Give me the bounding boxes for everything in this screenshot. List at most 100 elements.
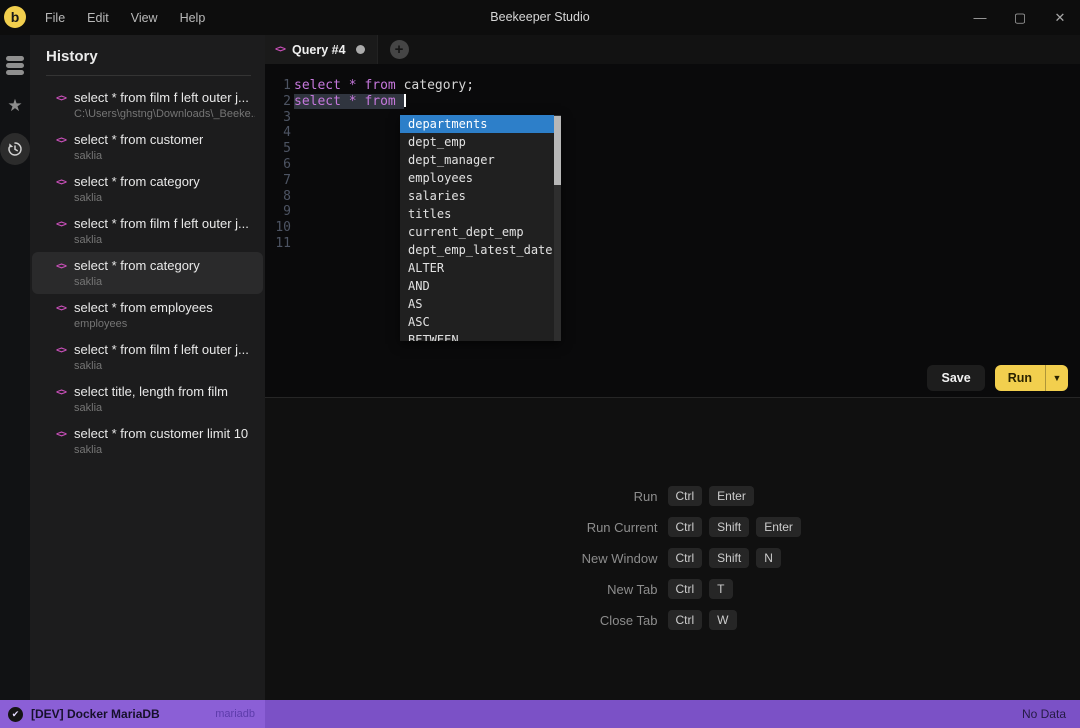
autocomplete-item[interactable]: ASC: [400, 313, 561, 331]
keycap: Ctrl: [668, 548, 703, 568]
history-item[interactable]: <> select * from film f left outer j... C:…: [32, 84, 263, 126]
autocomplete-item[interactable]: departments: [400, 115, 561, 133]
autocomplete-item[interactable]: dept_manager: [400, 151, 561, 169]
code-icon: <>: [56, 303, 66, 314]
history-query-text: select * from employees: [74, 300, 213, 315]
shortcut-keys: Ctrl W: [668, 610, 737, 630]
history-item-subtitle: C:\Users\ghstng\Downloads\_Beeke...: [74, 108, 255, 120]
history-query-text: select * from customer limit 10: [74, 426, 248, 441]
shortcut-row: Close Tab Ctrl W: [508, 610, 838, 630]
menu-help[interactable]: Help: [169, 11, 217, 25]
code-icon: <>: [275, 44, 285, 55]
code-icon: <>: [56, 93, 66, 104]
shortcut-keys: CtrlShiftN: [668, 548, 781, 568]
unsaved-dot-icon[interactable]: [356, 45, 365, 54]
shortcut-keys: CtrlEnter: [668, 486, 754, 506]
scrollbar-thumb[interactable]: [554, 116, 561, 185]
menu-file[interactable]: File: [34, 11, 76, 25]
autocomplete-scrollbar[interactable]: [554, 115, 561, 341]
autocomplete-item[interactable]: dept_emp_latest_date: [400, 241, 561, 259]
keycap: W: [709, 610, 736, 630]
history-item-subtitle: saklia: [74, 402, 228, 414]
editor-toolbar: Save Run ▼: [265, 359, 1080, 397]
app-logo-icon[interactable]: b: [4, 6, 26, 28]
code-token: [341, 78, 349, 93]
database-name[interactable]: mariadb: [215, 708, 255, 720]
history-item[interactable]: <>select title, length from filmsaklia: [32, 378, 263, 420]
autocomplete-item[interactable]: dept_emp: [400, 133, 561, 151]
run-button[interactable]: Run: [995, 365, 1045, 391]
tab-bar: <> Query #4 +: [265, 35, 1080, 64]
line-number: 7: [265, 173, 291, 189]
code-icon: <>: [56, 261, 66, 272]
history-item-subtitle: saklia: [74, 192, 200, 204]
sidebar-item-history[interactable]: [0, 129, 30, 169]
sidebar-item-tables[interactable]: [0, 45, 30, 85]
code-icon: <>: [56, 429, 66, 440]
code-line: select * from category;: [294, 78, 1080, 94]
connected-check-icon: ✔: [8, 707, 23, 722]
autocomplete-item[interactable]: current_dept_emp: [400, 223, 561, 241]
shortcut-row: New TabCtrlT: [508, 579, 838, 599]
autocomplete-item[interactable]: AS: [400, 295, 561, 313]
history-item[interactable]: <>select * from customersaklia: [32, 126, 263, 168]
code-token: from: [364, 94, 395, 109]
autocomplete-item[interactable]: employees: [400, 169, 561, 187]
sidebar-item-favorites[interactable]: ★: [0, 85, 30, 125]
code-line: select * from: [294, 94, 1080, 110]
history-item[interactable]: <>select * from categorysaklia: [32, 252, 263, 294]
history-item-texts: select * from customer saklia: [74, 132, 203, 162]
shortcut-label: Close Tab: [508, 613, 658, 628]
code-token: select: [294, 78, 341, 93]
code-token: *: [349, 94, 357, 109]
history-item-subtitle: saklia: [74, 150, 203, 162]
shortcut-label: Run Current: [508, 520, 658, 535]
keycap: Ctrl: [668, 610, 703, 630]
history-item[interactable]: <>select * from film f left outer j...sa…: [32, 336, 263, 378]
history-item[interactable]: <>select * from categorysaklia: [32, 168, 263, 210]
history-item-texts: select * from customer limit 10saklia: [74, 426, 248, 456]
code-token: category;: [396, 78, 474, 93]
close-button[interactable]: ✕: [1040, 0, 1080, 35]
run-options-caret[interactable]: ▼: [1045, 365, 1068, 391]
history-item[interactable]: <>select * from film f left outer j...sa…: [32, 210, 263, 252]
keycap: T: [709, 579, 732, 599]
keycap: Enter: [709, 486, 754, 506]
history-item-texts: select * from employeesemployees: [74, 300, 213, 330]
history-item[interactable]: <> select * from employeesemployees: [32, 294, 263, 336]
code-token: [341, 94, 349, 109]
history-item[interactable]: <> select * from customer limit 10saklia: [32, 420, 263, 462]
code-token: from: [364, 78, 395, 93]
autocomplete-item[interactable]: BETWEEN: [400, 331, 561, 341]
keycap: Enter: [756, 517, 801, 537]
line-number: 10: [265, 220, 291, 236]
maximize-button[interactable]: ▢: [1000, 0, 1040, 35]
line-number: 3: [265, 110, 291, 126]
autocomplete-item[interactable]: titles: [400, 205, 561, 223]
minimize-button[interactable]: —: [960, 0, 1000, 35]
save-button[interactable]: Save: [927, 365, 984, 391]
history-item-texts: select * from film f left outer j... C:\U…: [74, 90, 255, 120]
title-bar: b FileEditViewHelp Beekeeper Studio —▢✕: [0, 0, 1080, 35]
autocomplete-item[interactable]: salaries: [400, 187, 561, 205]
menu-view[interactable]: View: [120, 11, 169, 25]
history-query-text: select * from customer: [74, 132, 203, 147]
history-item-subtitle: saklia: [74, 360, 249, 372]
history-item-subtitle: saklia: [74, 276, 200, 288]
history-active-highlight: [0, 133, 30, 165]
line-number: 9: [265, 204, 291, 220]
code-area[interactable]: 1234567891011 select * from category;sel…: [265, 64, 1080, 359]
app-window: b FileEditViewHelp Beekeeper Studio —▢✕ …: [0, 0, 1080, 728]
line-number: 4: [265, 125, 291, 141]
line-number: 6: [265, 157, 291, 173]
history-query-text: select * from film f left outer j...: [74, 342, 249, 357]
autocomplete-item[interactable]: AND: [400, 277, 561, 295]
sql-editor[interactable]: 1234567891011 select * from category;sel…: [265, 64, 1080, 398]
menu-edit[interactable]: Edit: [76, 11, 120, 25]
autocomplete-item[interactable]: ALTER: [400, 259, 561, 277]
new-tab-button[interactable]: +: [390, 40, 409, 59]
connection-status[interactable]: ✔ [DEV] Docker MariaDB mariadb: [0, 700, 265, 728]
history-query-text: select * from film f left outer j...: [74, 90, 255, 105]
tab-query-4[interactable]: <> Query #4: [265, 35, 378, 64]
line-number: 1: [265, 78, 291, 94]
